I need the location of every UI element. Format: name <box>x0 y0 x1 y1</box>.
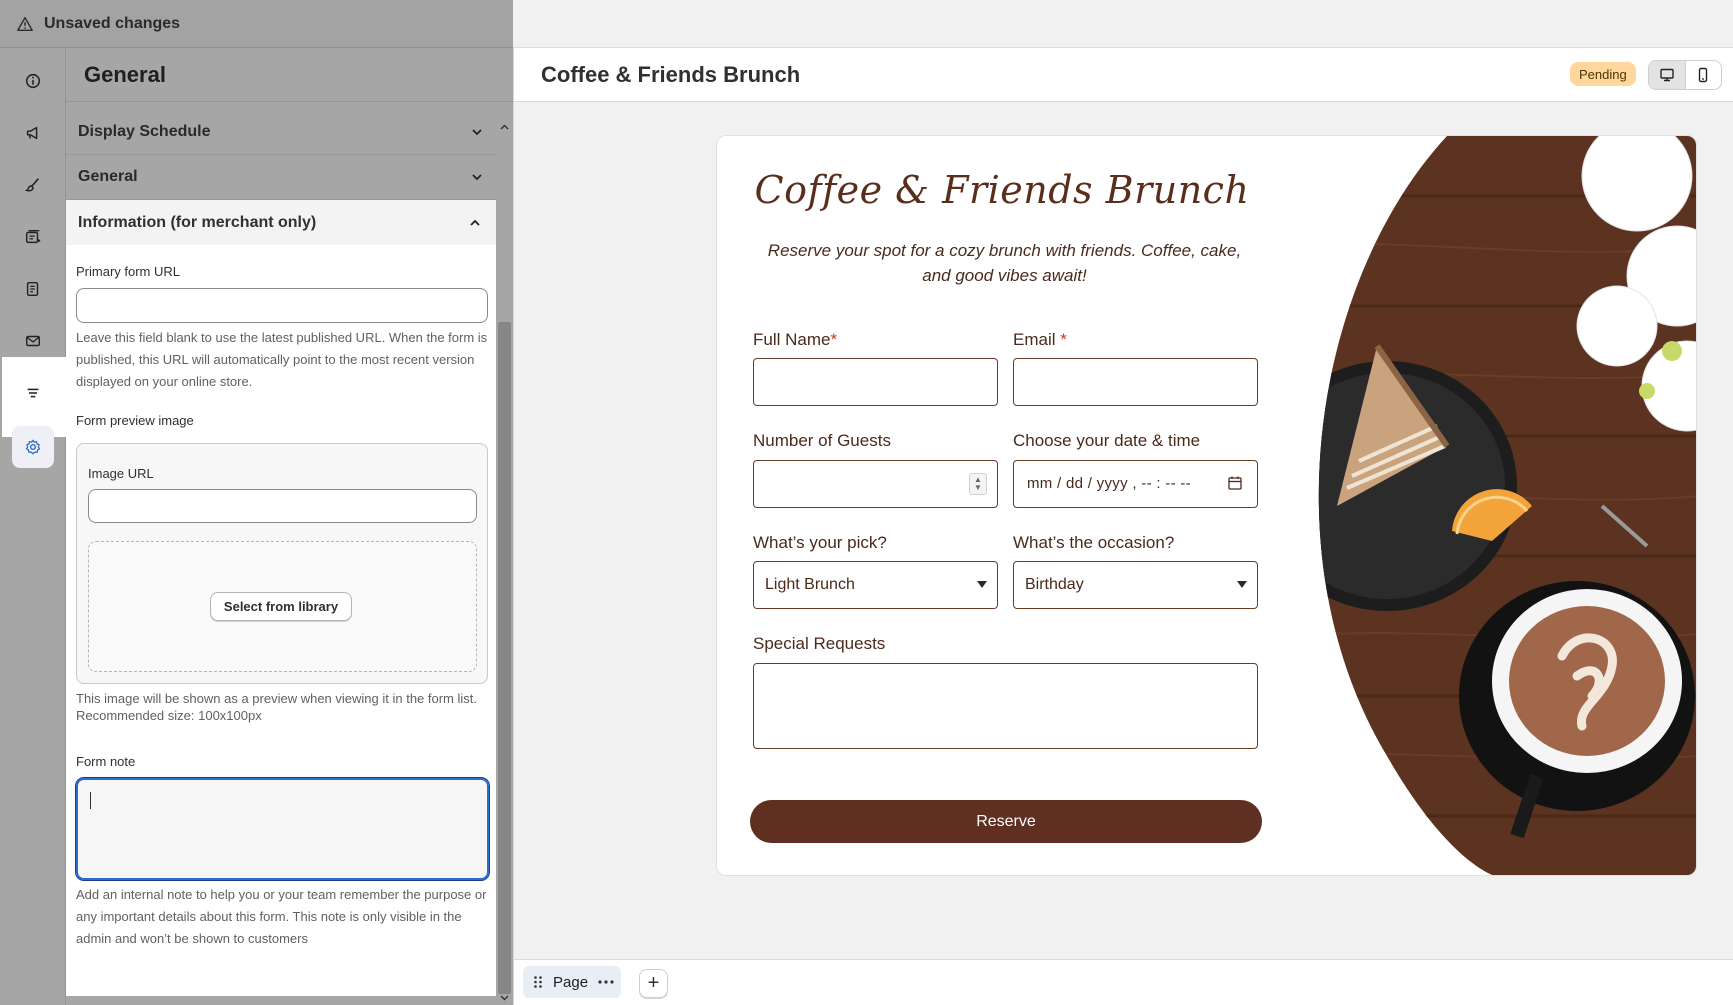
occasion-select[interactable]: Birthday <box>1013 561 1258 609</box>
settings-panel: Unsaved changes General Display Schedule… <box>0 0 513 1005</box>
unsaved-changes-text: Unsaved changes <box>44 14 181 32</box>
chevron-down-icon <box>472 129 482 136</box>
form-note-help: Add an internal note to help you or your… <box>76 887 487 946</box>
preview-image-card: Image URL Select from library <box>76 443 488 684</box>
more-options-icon[interactable] <box>598 980 614 984</box>
guests-label: Number of Guests <box>753 431 891 450</box>
form-note-label: Form note <box>76 754 136 769</box>
primary-url-label: Primary form URL <box>76 264 181 279</box>
number-spinner[interactable]: ▲ ▼ <box>969 473 987 495</box>
add-page-button[interactable]: + <box>639 969 668 998</box>
accordion-label: Information (for merchant only) <box>78 213 317 231</box>
image-url-input[interactable] <box>88 489 477 523</box>
preview-header: Coffee & Friends Brunch Pending <box>513 48 1733 102</box>
primary-url-input[interactable] <box>76 288 488 323</box>
bottom-page-bar: Page + <box>513 959 1733 1005</box>
occasion-selected-value: Birthday <box>1025 576 1084 593</box>
requests-textarea[interactable] <box>753 663 1258 749</box>
pick-label: What’s your pick? <box>753 533 887 552</box>
gear-icon[interactable] <box>12 426 54 468</box>
primary-url-help: Leave this field blank to use the latest… <box>76 330 488 389</box>
text-caret <box>90 792 91 809</box>
desktop-icon <box>1660 68 1674 82</box>
chevron-up-icon <box>470 219 480 226</box>
accordion-label: Display Schedule <box>78 123 211 140</box>
dropdown-arrow-icon <box>977 581 987 588</box>
datetime-placeholder: mm / dd / yyyy , -- : -- -- <box>1027 475 1191 492</box>
form-preview-card: Coffee & Friends Brunch Reserve your spo… <box>716 135 1697 876</box>
guests-number-input[interactable]: ▲ ▼ <box>753 460 998 508</box>
image-url-label: Image URL <box>88 466 154 481</box>
device-toggle <box>1648 60 1722 90</box>
brush-icon[interactable] <box>12 164 54 206</box>
receipt-icon[interactable] <box>12 268 54 310</box>
info-icon[interactable] <box>12 60 54 102</box>
requests-label: Special Requests <box>753 634 886 653</box>
form-stack-icon[interactable] <box>12 216 54 258</box>
accordion-display-schedule[interactable]: Display Schedule <box>66 110 496 155</box>
preview-image-label: Form preview image <box>76 413 194 428</box>
datetime-input[interactable]: mm / dd / yyyy , -- : -- -- <box>1013 460 1258 508</box>
scrollbar-thumb[interactable] <box>498 322 511 994</box>
drag-handle-icon[interactable] <box>533 975 543 989</box>
preview-image-help: This image will be shown as a preview wh… <box>76 691 478 723</box>
section-header: General <box>66 48 513 102</box>
top-empty-bar <box>513 0 1733 48</box>
status-badge: Pending <box>1570 62 1636 86</box>
accordion-merchant-info[interactable]: Information (for merchant only) <box>66 200 496 245</box>
full-name-input[interactable] <box>753 358 998 406</box>
desktop-view-button[interactable] <box>1649 61 1686 89</box>
email-input[interactable] <box>1013 358 1258 406</box>
preview-title: Coffee & Friends Brunch <box>541 62 801 87</box>
section-title: General <box>84 61 166 87</box>
select-from-library-button[interactable]: Select from library <box>210 592 352 621</box>
reserve-button[interactable]: Reserve <box>750 800 1262 843</box>
unsaved-changes-bar: Unsaved changes <box>0 0 513 48</box>
warning-icon <box>17 16 33 31</box>
datetime-label: Choose your date & time <box>1013 431 1201 450</box>
form-subtitle: Reserve your spot for a cozy brunch with… <box>767 241 1242 285</box>
form-brand-title: Coffee & Friends Brunch <box>754 168 1250 212</box>
email-label: Email * <box>1013 330 1067 349</box>
occasion-label: What’s the occasion? <box>1013 533 1175 552</box>
mobile-view-button[interactable] <box>1686 61 1722 89</box>
accordion-general[interactable]: General <box>66 155 496 200</box>
full-name-label: Full Name* <box>753 330 838 349</box>
image-dropzone[interactable]: Select from library <box>88 541 477 672</box>
brunch-table-image <box>1318 136 1696 875</box>
filter-lines-icon[interactable] <box>12 372 54 414</box>
page-tab[interactable]: Page <box>523 966 621 998</box>
dropdown-arrow-icon <box>1237 581 1247 588</box>
pick-select[interactable]: Light Brunch <box>753 561 998 609</box>
merchant-info-section: Information (for merchant only) Primary … <box>66 200 496 996</box>
pick-selected-value: Light Brunch <box>765 576 855 593</box>
calendar-icon[interactable] <box>1227 475 1243 491</box>
scroll-down-icon[interactable] <box>499 992 510 1003</box>
megaphone-icon[interactable] <box>12 112 54 154</box>
scroll-up-icon[interactable] <box>499 122 510 133</box>
page-tab-label: Page <box>553 973 589 991</box>
accordion-label: General <box>78 168 138 185</box>
chevron-down-icon <box>472 174 482 181</box>
mail-icon[interactable] <box>12 320 54 362</box>
mobile-icon <box>1699 67 1708 83</box>
form-note-textarea[interactable] <box>75 777 490 881</box>
